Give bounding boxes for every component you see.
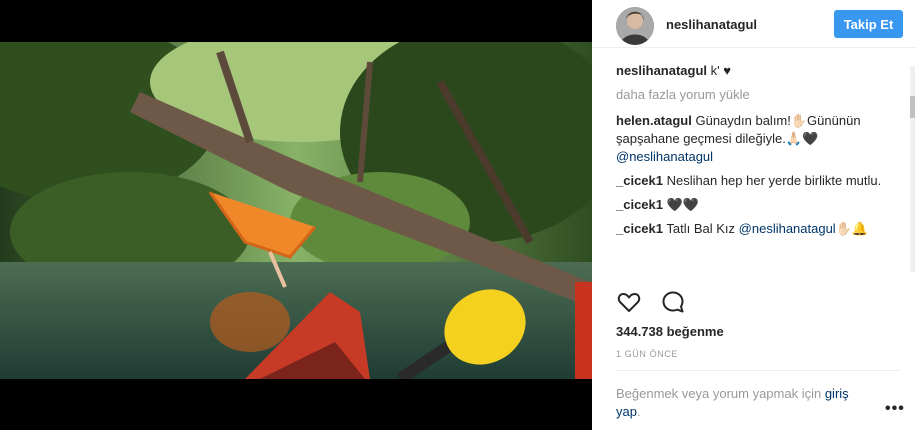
comment-item: helen.atagul Günaydın balım!✋🏻Gününün şa… bbox=[616, 112, 912, 166]
comment-username[interactable]: _cicek1 bbox=[616, 197, 663, 212]
login-period: . bbox=[636, 404, 641, 419]
comment-username[interactable]: helen.atagul bbox=[616, 113, 692, 128]
comment-icon[interactable] bbox=[660, 289, 686, 315]
comment-list: neslihanatagul k' ♥ daha fazla yorum yük… bbox=[616, 62, 912, 276]
follow-button[interactable]: Takip Et bbox=[834, 10, 903, 38]
caption-text: k' ♥ bbox=[710, 63, 731, 78]
avatar[interactable] bbox=[616, 7, 654, 45]
like-count[interactable]: 344.738 beğenme bbox=[616, 324, 724, 339]
post-sidebar: neslihanatagul Takip Et neslihanatagul k… bbox=[592, 0, 917, 430]
load-more-comments[interactable]: daha fazla yorum yükle bbox=[616, 86, 912, 104]
divider bbox=[616, 370, 901, 371]
more-options-button[interactable]: ••• bbox=[885, 400, 905, 418]
scrollbar-thumb[interactable] bbox=[910, 96, 915, 118]
caption-username[interactable]: neslihanatagul bbox=[616, 63, 707, 78]
comment-text: Tatlı Bal Kız bbox=[666, 221, 736, 236]
comment-item: _cicek1 Tatlı Bal Kız @neslihanatagul✋🏻🔔 bbox=[616, 220, 912, 238]
login-prompt: Beğenmek veya yorum yapmak için giriş ya… bbox=[616, 385, 866, 421]
comment-item: _cicek1 Neslihan hep her yerde birlikte … bbox=[616, 172, 912, 190]
comment-text: Neslihan hep her yerde birlikte mutlu. bbox=[666, 173, 882, 188]
photo-scene bbox=[0, 42, 592, 379]
comment-mention[interactable]: @neslihanatagul bbox=[739, 221, 836, 236]
instagram-post: neslihanatagul Takip Et neslihanatagul k… bbox=[0, 0, 917, 430]
avatar-image bbox=[616, 7, 654, 45]
comment-text: 🖤🖤 bbox=[666, 197, 699, 212]
caption: neslihanatagul k' ♥ bbox=[616, 62, 912, 80]
heart-icon[interactable] bbox=[616, 289, 642, 315]
comment-item: _cicek1 🖤🖤 bbox=[616, 196, 912, 214]
comment-username[interactable]: _cicek1 bbox=[616, 221, 663, 236]
post-header: neslihanatagul Takip Et bbox=[592, 0, 917, 48]
post-photo[interactable] bbox=[0, 42, 592, 379]
media-pane bbox=[0, 0, 592, 430]
comment-mention[interactable]: @neslihanatagul bbox=[616, 149, 713, 164]
comments-scrollbar[interactable] bbox=[910, 66, 915, 272]
login-prompt-text: Beğenmek veya yorum yapmak için bbox=[616, 386, 822, 401]
comment-emoji: ✋🏻🔔 bbox=[835, 221, 869, 236]
post-timestamp[interactable]: 1 GÜN ÖNCE bbox=[616, 349, 678, 359]
comment-username[interactable]: _cicek1 bbox=[616, 173, 663, 188]
action-bar bbox=[616, 289, 700, 317]
header-username[interactable]: neslihanatagul bbox=[666, 17, 757, 32]
